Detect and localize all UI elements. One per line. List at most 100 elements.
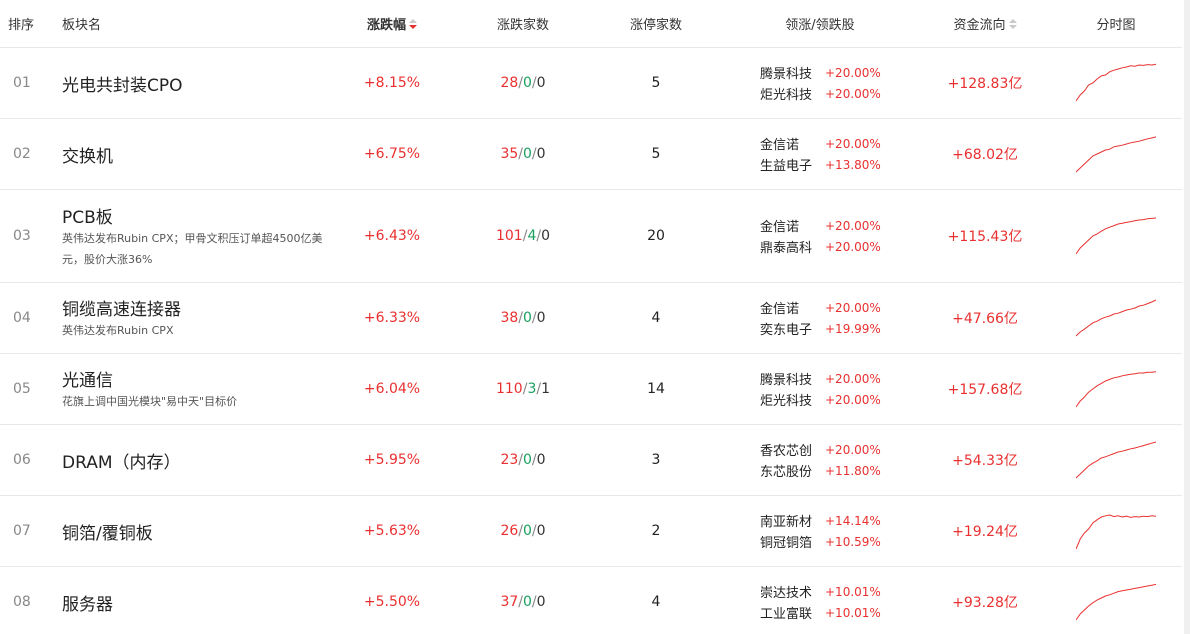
fund-flow: +93.28亿 — [952, 595, 1018, 611]
leader-stocks: 香农芯创 +20.00% 东芯股份 +11.80% — [760, 425, 900, 495]
timeline-chart[interactable] — [1066, 567, 1166, 634]
timeline-chart[interactable] — [1066, 119, 1166, 189]
sparkline — [1076, 63, 1156, 102]
header-limit-up: 涨停家数 — [629, 18, 682, 33]
rise-count: 26 — [500, 523, 519, 539]
leader-stock-name[interactable]: 崇达技术 — [760, 582, 825, 601]
rise-count: 35 — [500, 146, 519, 162]
rank-number: 01 — [13, 75, 31, 91]
sparkline-path — [1076, 63, 1156, 102]
fall-count: 0 — [536, 452, 546, 468]
leader-stocks: 腾景科技 +20.00% 炬光科技 +20.00% — [760, 48, 900, 118]
sector-name[interactable]: DRAM（内存） — [62, 448, 181, 473]
sector-name[interactable]: PCB板 — [62, 203, 113, 228]
rise-fall-count: 35/0/0 — [500, 146, 546, 162]
change-percent: +6.43% — [363, 228, 421, 244]
sector-name-cell[interactable]: DRAM（内存） — [62, 425, 332, 495]
timeline-chart[interactable] — [1066, 354, 1166, 424]
table-row[interactable]: 02 交换机 +6.75% 35/0/0 5 金信诺 +20.00% 生益电子 +1… — [0, 119, 1182, 190]
leader-stock-name[interactable]: 腾景科技 — [760, 63, 825, 82]
leader-stock-name[interactable]: 金信诺 — [760, 216, 825, 235]
fund-flow: +19.24亿 — [952, 524, 1018, 540]
leader-stock-name[interactable]: 生益电子 — [760, 155, 825, 174]
fall-count: 0 — [536, 146, 546, 162]
sector-name-cell[interactable]: PCB板 英伟达发布Rubin CPX；甲骨文积压订单超4500亿美元，股价大涨… — [62, 190, 332, 282]
sector-name-cell[interactable]: 服务器 — [62, 567, 332, 634]
sector-news: 英伟达发布Rubin CPX — [62, 324, 174, 337]
leader-stock-name[interactable]: 金信诺 — [760, 298, 825, 317]
leader-stock-name[interactable]: 炬光科技 — [760, 84, 825, 103]
timeline-chart[interactable] — [1066, 425, 1166, 495]
flat-count: 0 — [522, 146, 532, 162]
rank-number: 07 — [13, 523, 31, 539]
table-row[interactable]: 06 DRAM（内存） +5.95% 23/0/0 3 香农芯创 +20.00% … — [0, 425, 1182, 496]
limit-up-count: 3 — [651, 452, 661, 468]
sector-name[interactable]: 光通信 — [62, 366, 113, 391]
timeline-chart[interactable] — [1066, 190, 1166, 282]
leader-stock-name[interactable]: 工业富联 — [760, 603, 825, 622]
rank-number: 06 — [13, 452, 31, 468]
sort-icon[interactable] — [1008, 18, 1017, 29]
header-flow[interactable]: 资金流向 — [915, 0, 1055, 47]
leader-stock-name[interactable]: 南亚新材 — [760, 511, 825, 530]
scrollbar[interactable] — [1184, 0, 1190, 634]
table-row[interactable]: 05 光通信 花旗上调中国光模块"易中天"目标价 +6.04% 110/3/1 … — [0, 354, 1182, 425]
change-percent: +5.95% — [363, 452, 421, 468]
leader-stock-name[interactable]: 香农芯创 — [760, 440, 825, 459]
sector-name[interactable]: 铜箔/覆铜板 — [62, 519, 153, 544]
header-change[interactable]: 涨跌幅 — [322, 0, 462, 47]
table-row[interactable]: 07 铜箔/覆铜板 +5.63% 26/0/0 2 南亚新材 +14.14% 铜冠… — [0, 496, 1182, 567]
header-count: 涨跌家数 — [496, 18, 549, 33]
leader-stock-name[interactable]: 炬光科技 — [760, 390, 825, 409]
sector-news: 英伟达发布Rubin CPX；甲骨文积压订单超4500亿美元，股价大涨36% — [62, 231, 323, 266]
leader-stock-change: +20.00% — [825, 136, 881, 151]
change-percent: +6.75% — [363, 146, 421, 162]
header-change-label: 涨跌幅 — [366, 18, 406, 33]
sparkline — [1076, 136, 1156, 173]
rise-count: 110 — [495, 381, 523, 397]
table-row[interactable]: 04 铜缆高速连接器 英伟达发布Rubin CPX +6.33% 38/0/0 … — [0, 283, 1182, 354]
rank-number: 08 — [13, 594, 31, 610]
sector-name[interactable]: 铜缆高速连接器 — [62, 295, 181, 320]
timeline-chart[interactable] — [1066, 48, 1166, 118]
flat-count: 4 — [527, 228, 537, 244]
leader-stock-name[interactable]: 铜冠铜箔 — [760, 532, 825, 551]
sector-name[interactable]: 服务器 — [62, 590, 113, 615]
sparkline-path — [1076, 371, 1156, 408]
sparkline — [1076, 217, 1156, 255]
table-row[interactable]: 01 光电共封装CPO +8.15% 28/0/0 5 腾景科技 +20.00% … — [0, 48, 1182, 119]
sparkline-path — [1076, 217, 1156, 255]
sector-name-cell[interactable]: 铜缆高速连接器 英伟达发布Rubin CPX — [62, 283, 332, 353]
sector-name-cell[interactable]: 交换机 — [62, 119, 332, 189]
timeline-chart[interactable] — [1066, 283, 1166, 353]
change-percent: +5.50% — [363, 594, 421, 610]
leader-stock-name[interactable]: 鼎泰高科 — [760, 237, 825, 256]
leader-stock-name[interactable]: 金信诺 — [760, 134, 825, 153]
leader-stock-name[interactable]: 东芯股份 — [760, 461, 825, 480]
header-leaders: 领涨/领跌股 — [785, 18, 855, 33]
sector-name[interactable]: 交换机 — [62, 142, 113, 167]
fund-flow: +128.83亿 — [947, 76, 1023, 92]
sector-name-cell[interactable]: 铜箔/覆铜板 — [62, 496, 332, 566]
fall-count: 1 — [541, 381, 550, 397]
leader-stocks: 金信诺 +20.00% 生益电子 +13.80% — [760, 119, 900, 189]
sector-name-cell[interactable]: 光电共封装CPO — [62, 48, 332, 118]
sector-name[interactable]: 光电共封装CPO — [62, 71, 183, 96]
sparkline — [1076, 299, 1156, 337]
leader-stock-change: +20.00% — [825, 300, 881, 315]
leader-stocks: 腾景科技 +20.00% 炬光科技 +20.00% — [760, 354, 900, 424]
table-header: 排序 板块名 涨跌幅 涨跌家数 涨停家数 领涨/领跌股 资金流向 分时图 — [0, 0, 1182, 48]
sort-desc-icon[interactable] — [409, 18, 417, 29]
leader-stock-change: +20.00% — [825, 371, 881, 386]
change-percent: +6.33% — [363, 310, 421, 326]
table-row[interactable]: 03 PCB板 英伟达发布Rubin CPX；甲骨文积压订单超4500亿美元，股… — [0, 190, 1182, 283]
sector-name-cell[interactable]: 光通信 花旗上调中国光模块"易中天"目标价 — [62, 354, 332, 424]
leader-stock-change: +20.00% — [825, 239, 881, 254]
rise-fall-count: 110/3/1 — [495, 381, 550, 397]
table-row[interactable]: 08 服务器 +5.50% 37/0/0 4 崇达技术 +10.01% 工业富联 +… — [0, 567, 1182, 634]
leader-stock-name[interactable]: 腾景科技 — [760, 369, 825, 388]
sparkline — [1076, 371, 1156, 408]
sector-news: 花旗上调中国光模块"易中天"目标价 — [62, 395, 238, 408]
timeline-chart[interactable] — [1066, 496, 1166, 566]
leader-stock-name[interactable]: 奕东电子 — [760, 319, 825, 338]
